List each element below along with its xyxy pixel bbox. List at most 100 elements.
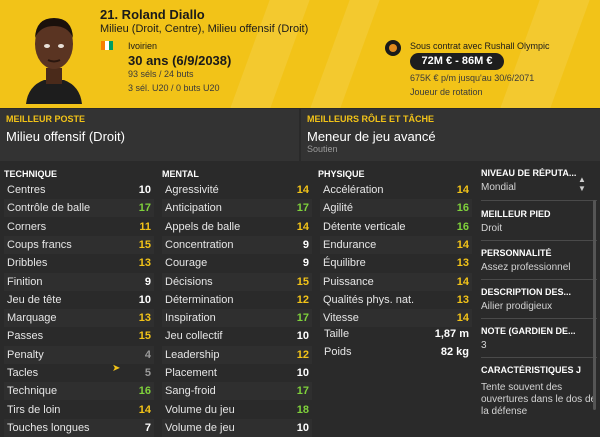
attribute-row[interactable]: Agressivité 14 (162, 181, 312, 199)
attribute-row[interactable]: Appels de balle 14 (162, 218, 312, 236)
attribute-row[interactable]: Technique 16 (4, 382, 154, 401)
attribute-value: 10 (138, 184, 151, 196)
attribute-row[interactable]: Volume du jeu 18 (162, 401, 312, 419)
attribute-value: 17 (296, 312, 309, 325)
best-role-duty: Soutien (307, 144, 338, 154)
attribute-row[interactable]: Tacles 5 (4, 364, 154, 382)
preferred-foot-label: MEILLEUR PIED (481, 209, 551, 219)
attribute-row[interactable]: Détermination 12 (162, 291, 312, 309)
technique-heading: TECHNIQUE (4, 169, 58, 179)
attribute-label: Volume de jeu (165, 421, 235, 434)
description-block[interactable]: DESCRIPTION DES... Ailier prodigieux (481, 287, 600, 313)
attribute-row[interactable]: Finition 9 (4, 272, 154, 291)
divider (481, 200, 597, 201)
attribute-label: Placement (165, 367, 217, 379)
preferred-foot-value: Droit (481, 223, 503, 234)
scrollbar[interactable] (593, 200, 596, 410)
goalkeeper-rating-value: 3 (481, 340, 487, 351)
attribute-value: 12 (296, 348, 309, 361)
attribute-row[interactable]: Passes 15 (4, 327, 154, 345)
attribute-row[interactable]: Courage 9 (162, 254, 312, 272)
attribute-label: Penalty (7, 348, 44, 361)
attribute-value: 13 (138, 257, 151, 270)
attribute-row[interactable]: Concentration 9 (162, 235, 312, 254)
attribute-row[interactable]: Contrôle de balle 17 (4, 199, 154, 218)
attribute-row[interactable]: Centres 10 (4, 181, 154, 199)
attribute-label: Qualités phys. nat. (323, 293, 415, 306)
player-traits-block[interactable]: CARACTÉRISTIQUES J Tente souvent des ouv… (481, 365, 600, 418)
attribute-row[interactable]: Accélération 14 (320, 181, 472, 199)
attribute-label: Agilité (323, 202, 353, 215)
attribute-row[interactable]: Touches longues 7 (4, 418, 154, 437)
attribute-value: 7 (144, 421, 151, 434)
attribute-value: 9 (144, 275, 151, 288)
attribute-row[interactable]: Sang-froid 17 (162, 382, 312, 401)
attribute-row[interactable]: Qualités phys. nat. 13 (320, 291, 472, 309)
best-role-value[interactable]: Meneur de jeu avancé (307, 129, 436, 144)
mental-heading: MENTAL (162, 169, 199, 179)
attribute-row[interactable]: Penalty 4 (4, 345, 154, 364)
player-positions: Milieu (Droit, Centre), Milieu offensif … (100, 23, 309, 35)
attribute-label: Détente verticale (323, 220, 406, 233)
attribute-row[interactable]: Corners 11 (4, 218, 154, 236)
attribute-row[interactable]: Dribbles 13 (4, 254, 154, 272)
divider (481, 240, 597, 241)
weight-label: Poids (324, 346, 352, 358)
chevron-updown-icon[interactable]: ▲ ▼ (578, 175, 586, 193)
height-label: Taille (324, 328, 350, 340)
attribute-row[interactable]: Volume de jeu 10 (162, 418, 312, 437)
attribute-row[interactable]: Jeu collectif 10 (162, 327, 312, 345)
flag-stripe (109, 41, 113, 50)
description-value: Ailier prodigieux (481, 301, 553, 312)
attribute-value: 9 (302, 257, 309, 270)
attribute-row[interactable]: Équilibre 13 (320, 254, 472, 272)
attribute-row[interactable]: Détente verticale 16 (320, 218, 472, 236)
attribute-value: 13 (138, 312, 151, 325)
international-caps: 93 séls / 24 buts (128, 69, 194, 79)
attribute-label: Concentration (165, 238, 234, 251)
attribute-label: Technique (7, 385, 58, 398)
attribute-row[interactable]: Agilité 16 (320, 199, 472, 218)
personality-block[interactable]: PERSONNALITÉ Assez professionnel (481, 248, 600, 274)
attribute-row[interactable]: Anticipation 17 (162, 199, 312, 218)
attribute-value: 17 (138, 202, 151, 215)
attribute-value: 9 (302, 238, 309, 251)
physique-heading: PHYSIQUE (318, 169, 365, 179)
best-position-value[interactable]: Milieu offensif (Droit) (6, 129, 125, 144)
height-row: Taille 1,87 m (324, 325, 469, 343)
attribute-row[interactable]: Endurance 14 (320, 235, 472, 254)
player-nationality[interactable]: Ivoirien (128, 41, 157, 51)
attribute-row[interactable]: Inspiration 17 (162, 309, 312, 328)
attribute-value: 16 (456, 202, 469, 215)
attribute-label: Décisions (165, 275, 213, 288)
attribute-value: 13 (456, 293, 469, 306)
attribute-label: Dribbles (7, 257, 48, 270)
attribute-row[interactable]: Coups francs 15 (4, 235, 154, 254)
attribute-label: Corners (7, 220, 47, 233)
club-badge-icon[interactable] (385, 40, 401, 56)
player-photo[interactable] (18, 8, 90, 104)
attribute-value: 10 (296, 330, 309, 343)
attribute-value: 14 (138, 403, 151, 416)
attribute-value: 15 (138, 330, 151, 343)
decor-stripe (310, 0, 380, 108)
attribute-row[interactable]: Leadership 12 (162, 345, 312, 364)
attribute-row[interactable]: Jeu de tête 10 (4, 291, 154, 309)
attribute-row[interactable]: Placement 10 (162, 364, 312, 382)
attribute-row[interactable]: Décisions 15 (162, 272, 312, 291)
attribute-label: Contrôle de balle (7, 202, 91, 215)
attribute-row[interactable]: Puissance 14 (320, 272, 472, 291)
contract-club[interactable]: Sous contrat avec Rushall Olympic (410, 41, 550, 51)
attribute-value: 12 (296, 293, 309, 306)
attribute-value: 11 (139, 220, 151, 233)
attribute-row[interactable]: Tirs de loin 14 (4, 401, 154, 419)
weight-value: 82 kg (440, 346, 469, 358)
attribute-row[interactable]: Marquage 13 (4, 309, 154, 328)
divider (481, 357, 597, 358)
attribute-value: 14 (456, 238, 469, 251)
attribute-value: 5 (144, 367, 151, 379)
attribute-label: Jeu collectif (165, 330, 223, 343)
goalkeeper-rating-block[interactable]: NOTE (GARDIEN DE... 3 (481, 326, 600, 352)
best-position-label: MEILLEUR POSTE (6, 114, 86, 124)
attribute-label: Accélération (323, 184, 384, 196)
